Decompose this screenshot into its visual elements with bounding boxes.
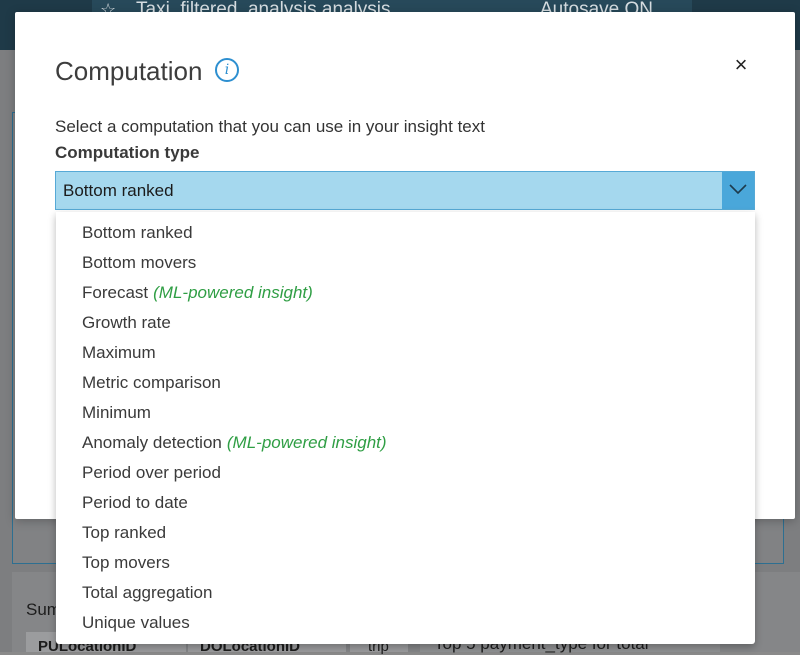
dropdown-option[interactable]: Top ranked [56,519,755,549]
option-label: Maximum [82,343,156,362]
option-label: Growth rate [82,313,171,332]
dropdown-option[interactable]: Unique values [56,609,755,639]
option-label: Period over period [82,463,221,482]
dropdown-option[interactable]: Period over period [56,459,755,489]
dialog-title: Computation [55,56,203,86]
computation-type-label: Computation type [55,143,200,162]
dropdown-option[interactable]: Top movers [56,549,755,579]
option-label: Bottom ranked [82,223,193,242]
option-label: Bottom movers [82,253,197,272]
dropdown-option[interactable]: Growth rate [56,309,755,339]
info-icon[interactable]: i [215,58,239,82]
option-label: Metric comparison [82,373,221,392]
ml-powered-badge: (ML-powered insight) [153,283,313,302]
dropdown-option[interactable]: Period to date [56,489,755,519]
computation-type-dropdown: Bottom ranked Bottom movers Forecast (ML-po… [56,212,755,644]
option-label: Minimum [82,403,151,422]
dropdown-option[interactable]: Minimum [56,399,755,429]
dropdown-toggle[interactable] [722,172,754,209]
dropdown-option[interactable]: Bottom movers [56,249,755,279]
dropdown-option[interactable]: Bottom ranked [56,219,755,249]
dropdown-option[interactable]: Forecast (ML-powered insight) [56,279,755,309]
dropdown-option[interactable]: Total aggregation [56,579,755,609]
option-label: Forecast [82,283,149,302]
ml-powered-badge: (ML-powered insight) [226,433,387,452]
option-label: Top ranked [82,523,167,542]
dropdown-option[interactable]: Maximum [56,339,755,369]
option-list: Bottom ranked Bottom movers Forecast (ML-po… [56,212,755,639]
selected-value: Bottom ranked [63,181,174,200]
option-label: Anomaly detection [82,433,222,452]
option-label: Total aggregation [82,583,213,602]
dropdown-option[interactable]: Anomaly detection (ML-powered insight) [56,429,755,459]
dropdown-option[interactable]: Metric comparison [56,369,755,399]
option-label: Unique values [82,613,190,632]
option-label: Top movers [82,553,170,572]
computation-type-select[interactable]: Bottom ranked [55,171,755,210]
dialog-description: Select a computation that you can use in… [55,117,485,136]
chevron-down-icon [729,184,747,195]
close-icon[interactable]: × [729,53,753,77]
option-label: Period to date [82,493,188,512]
